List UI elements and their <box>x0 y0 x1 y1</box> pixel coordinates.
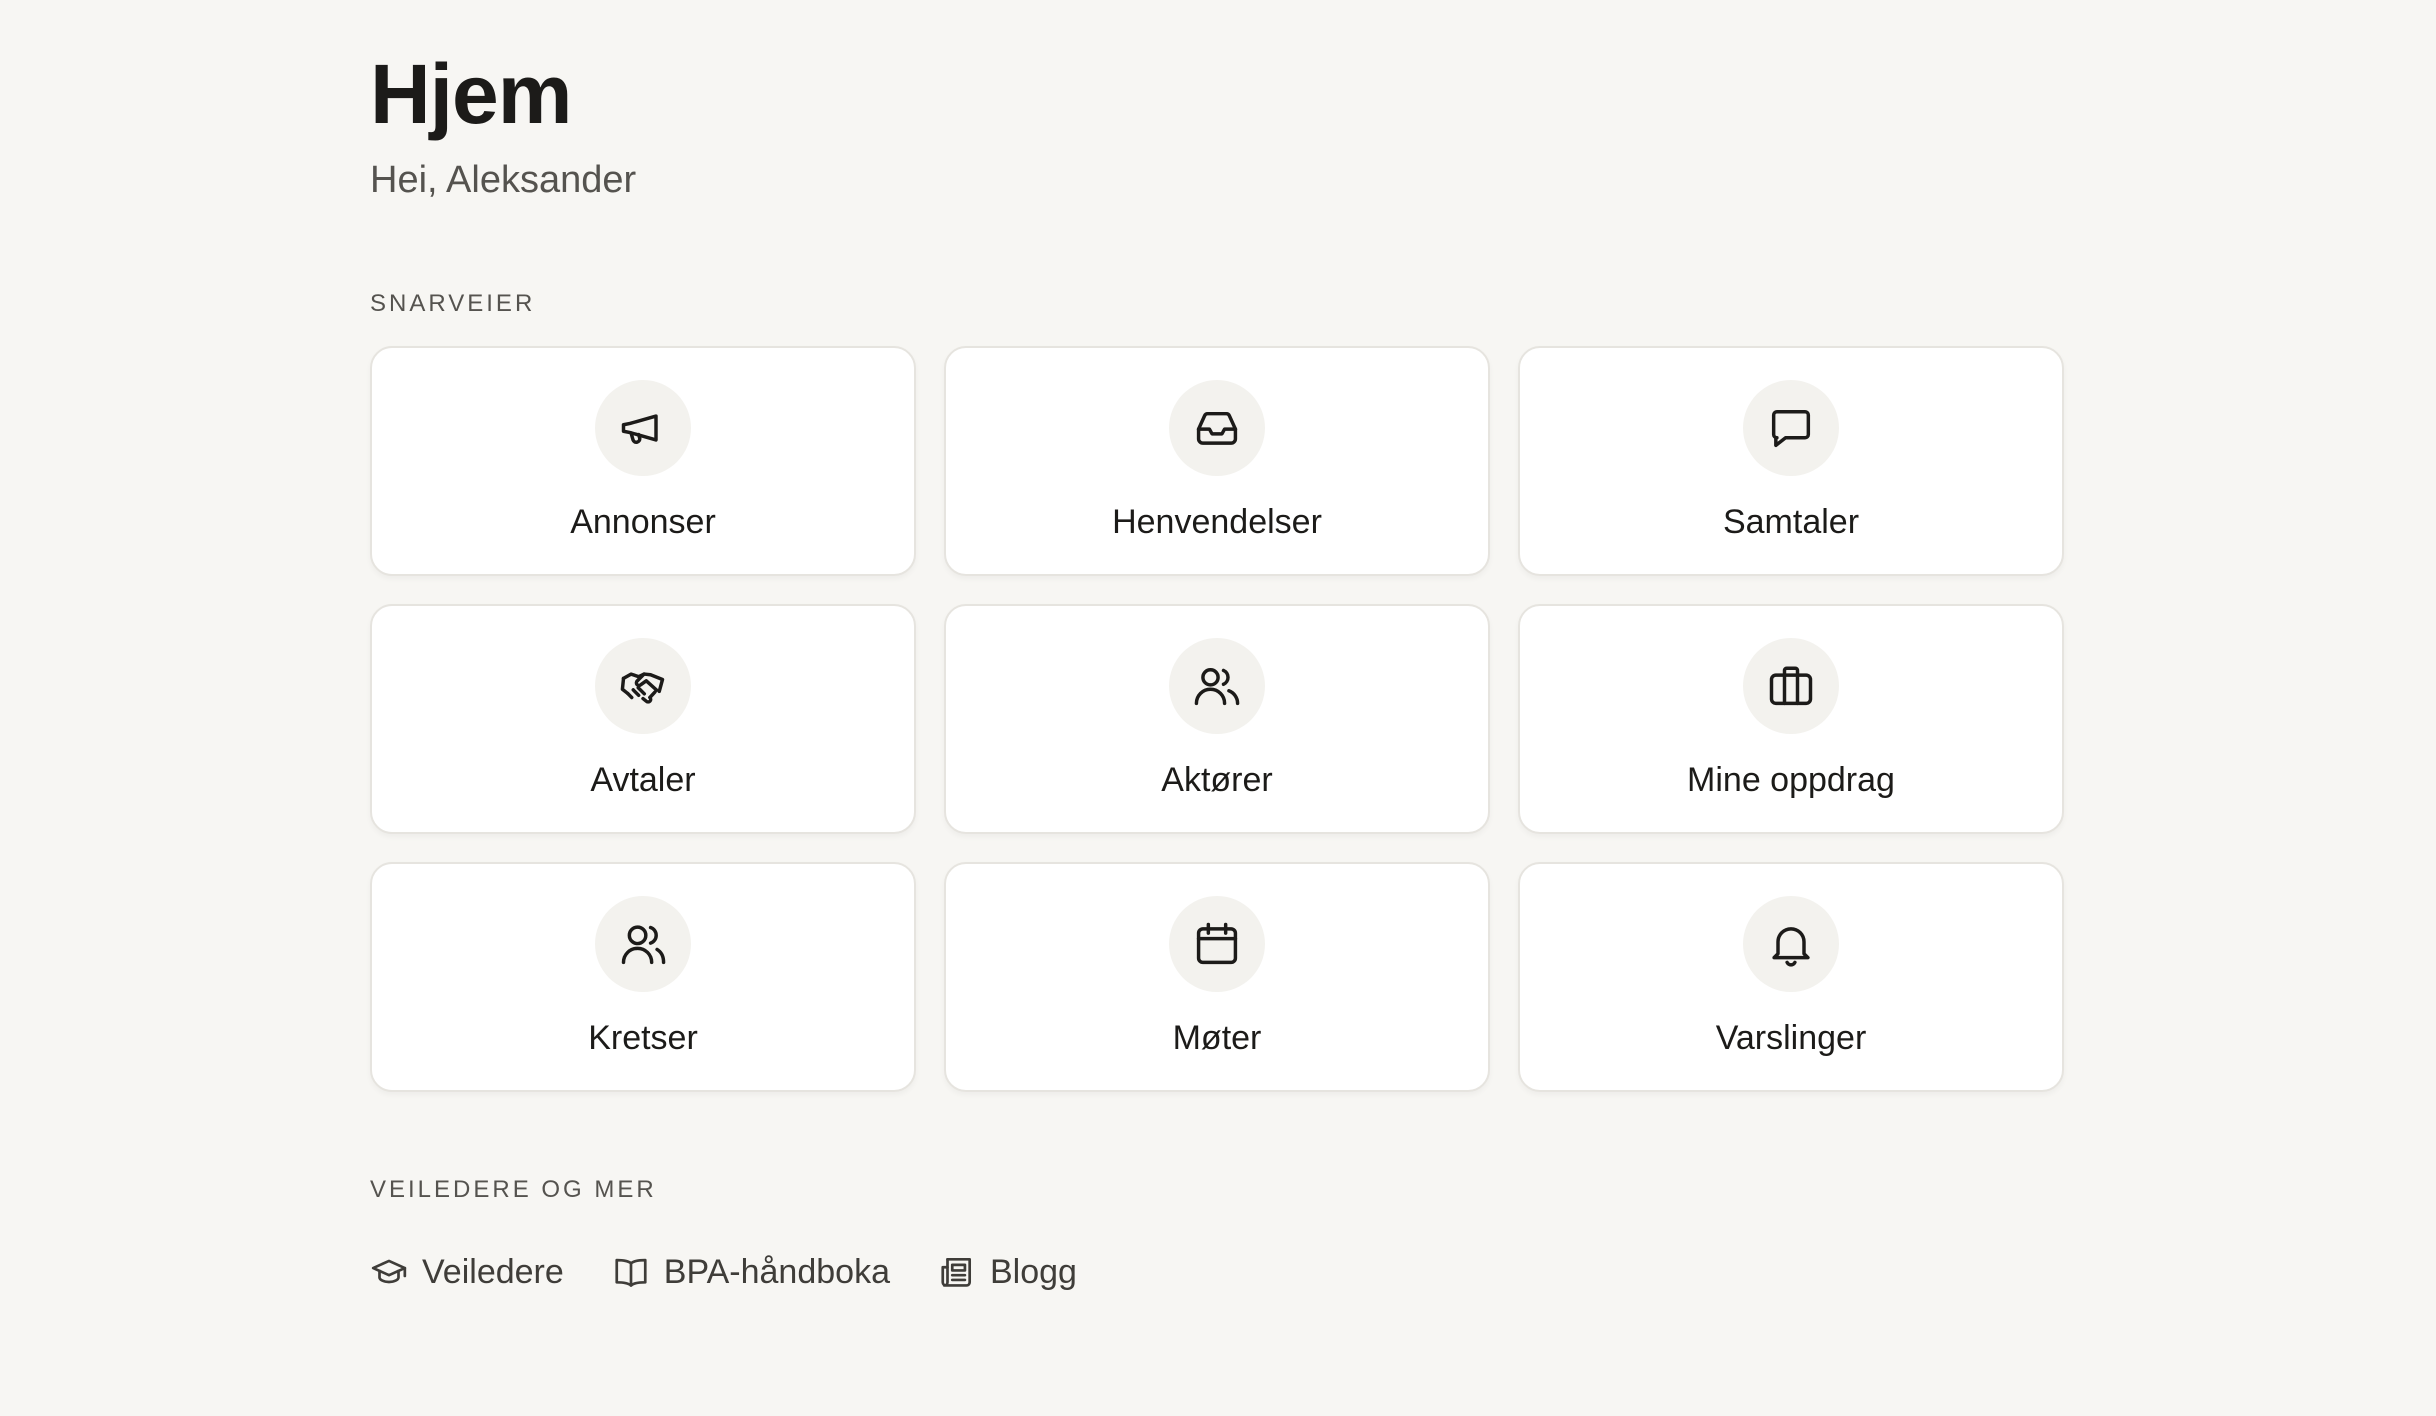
link-label: Veiledere <box>422 1253 564 1291</box>
calendar-icon <box>1169 896 1265 992</box>
shortcut-card-samtaler[interactable]: Samtaler <box>1518 346 2064 576</box>
shortcut-card-varslinger[interactable]: Varslinger <box>1518 862 2064 1092</box>
shortcuts-section-label: SNARVEIER <box>370 290 536 317</box>
chat-bubble-icon <box>1743 380 1839 476</box>
bell-icon <box>1743 896 1839 992</box>
page-title: Hjem <box>370 47 572 141</box>
shortcut-label: Aktører <box>1161 761 1273 799</box>
inbox-icon <box>1169 380 1265 476</box>
shortcuts-grid: Annonser Henvendelser Samtaler Avtaler A… <box>370 346 2066 1092</box>
guides-links: Veiledere BPA-håndboka Blogg <box>370 1250 1077 1294</box>
link-veiledere[interactable]: Veiledere <box>370 1250 564 1294</box>
shortcut-card-mine-oppdrag[interactable]: Mine oppdrag <box>1518 604 2064 834</box>
users-icon <box>1169 638 1265 734</box>
shortcut-label: Varslinger <box>1715 1019 1867 1057</box>
guides-section-label: VEILEDERE OG MER <box>370 1176 657 1203</box>
shortcut-label: Annonser <box>570 503 716 541</box>
shortcut-label: Møter <box>1172 1019 1262 1057</box>
shortcut-label: Mine oppdrag <box>1687 761 1895 799</box>
link-label: Blogg <box>989 1253 1077 1291</box>
shortcut-label: Avtaler <box>590 761 696 799</box>
newspaper-icon <box>941 1257 971 1287</box>
shortcut-card-avtaler[interactable]: Avtaler <box>370 604 916 834</box>
shortcut-card-moter[interactable]: Møter <box>944 862 1490 1092</box>
book-open-icon <box>615 1258 647 1287</box>
graduation-cap-icon <box>371 1259 407 1284</box>
shortcut-card-aktorer[interactable]: Aktører <box>944 604 1490 834</box>
group-icon <box>595 896 691 992</box>
link-blogg[interactable]: Blogg <box>938 1250 1077 1294</box>
shortcut-label: Samtaler <box>1722 503 1860 541</box>
shortcut-card-henvendelser[interactable]: Henvendelser <box>944 346 1490 576</box>
shortcut-label: Henvendelser <box>1112 503 1322 541</box>
shortcut-label: Kretser <box>588 1019 698 1057</box>
link-label: BPA-håndboka <box>663 1253 890 1291</box>
handshake-icon <box>595 638 691 734</box>
greeting-text: Hei, Aleksander <box>370 159 637 201</box>
shortcut-card-annonser[interactable]: Annonser <box>370 346 916 576</box>
megaphone-icon <box>595 380 691 476</box>
link-bpa-handboka[interactable]: BPA-håndboka <box>612 1250 890 1294</box>
shortcut-card-kretser[interactable]: Kretser <box>370 862 916 1092</box>
briefcase-icon <box>1743 638 1839 734</box>
